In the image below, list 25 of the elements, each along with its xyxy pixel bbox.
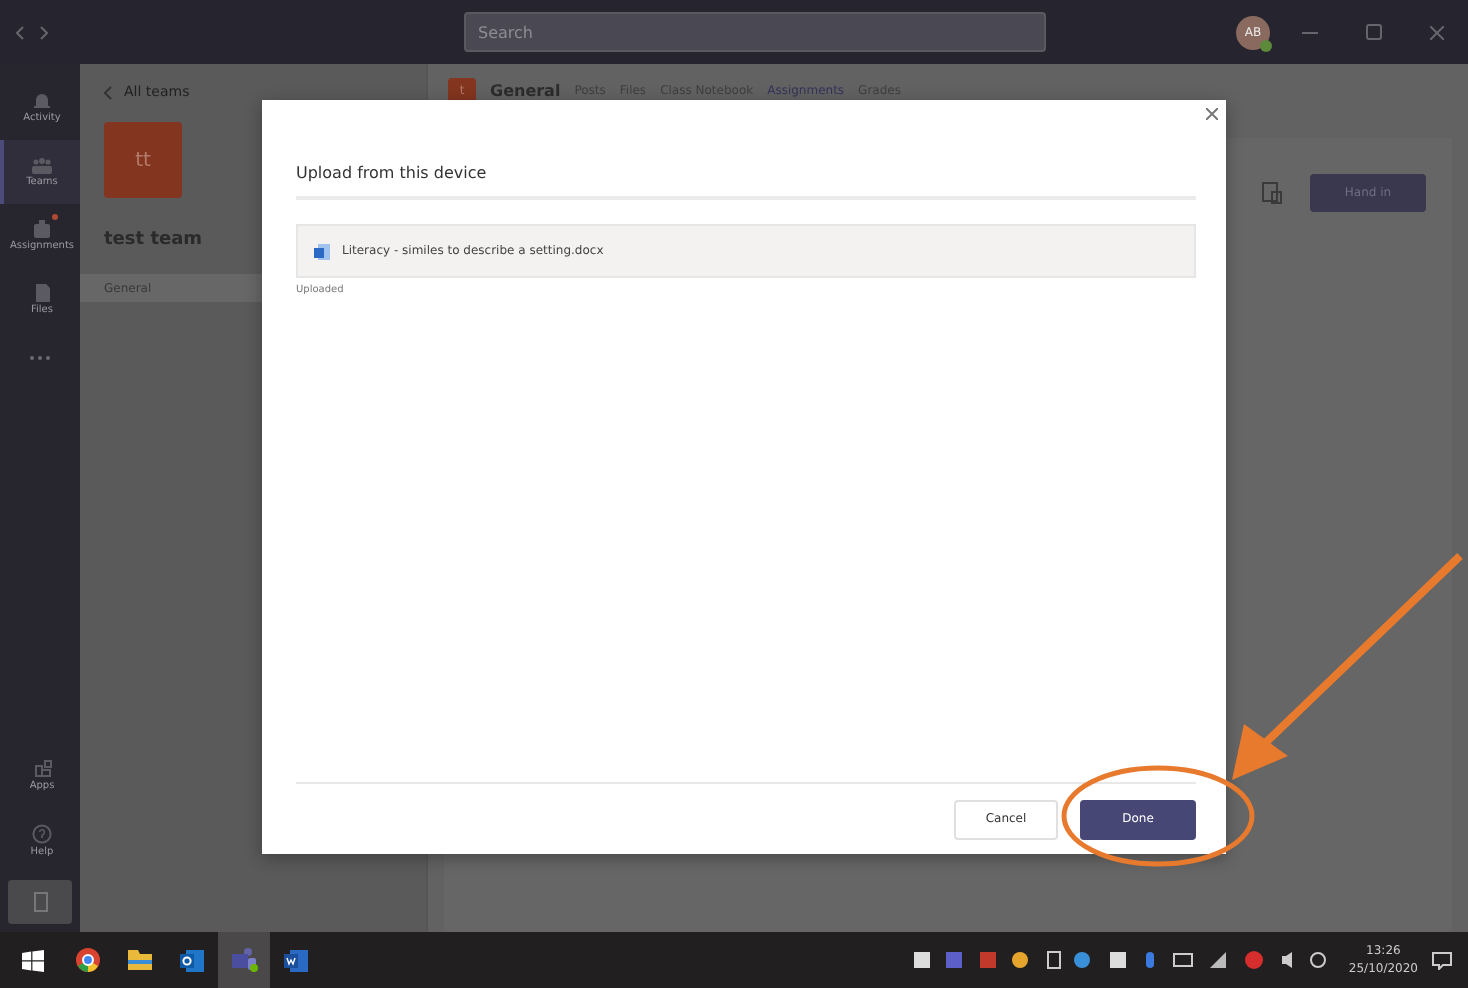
- document-icon: [314, 243, 330, 259]
- browser-icon: [76, 948, 100, 972]
- maximize-icon[interactable]: [1366, 24, 1382, 40]
- chat-app-icon: [231, 948, 257, 972]
- mail-app-icon: [180, 949, 204, 971]
- team-tile: tt: [104, 122, 182, 198]
- close-button[interactable]: [1206, 108, 1218, 120]
- help-icon: [32, 823, 52, 843]
- folder-icon: [128, 950, 152, 970]
- phone-icon: [33, 892, 47, 912]
- file-icon: [35, 284, 49, 302]
- notification-icon[interactable]: [1432, 951, 1452, 969]
- close-icon[interactable]: [1430, 25, 1444, 39]
- bag-icon: [34, 220, 50, 238]
- book-icon[interactable]: [1262, 182, 1282, 204]
- bell-icon: [34, 92, 50, 110]
- people-icon: [32, 157, 52, 173]
- presence-dot: [1260, 39, 1272, 51]
- dialog-title: Upload from this device: [296, 164, 1196, 200]
- start-icon[interactable]: [22, 949, 44, 971]
- search-field[interactable]: Search: [464, 12, 1046, 52]
- document-app-icon: [284, 949, 308, 971]
- back-chevron-icon[interactable]: [104, 85, 112, 99]
- apps-icon: [33, 760, 51, 778]
- minimize-icon[interactable]: [1302, 31, 1318, 33]
